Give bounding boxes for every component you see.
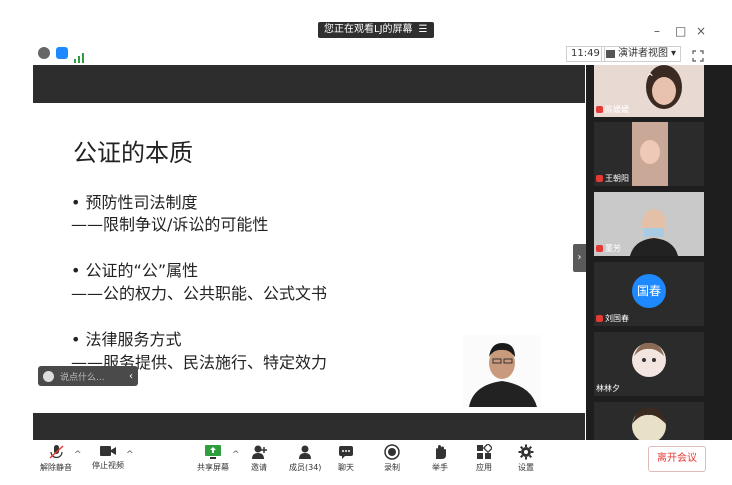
chevron-up-icon[interactable]: ^ — [126, 450, 134, 460]
banner-text: 您正在观看LJ的屏幕 — [324, 24, 413, 35]
title-bar: 您正在观看LJ的屏幕 ☰ – □ × — [0, 0, 732, 42]
participant-tile[interactable] — [594, 402, 704, 440]
participant-name: 刘国春 — [605, 314, 629, 323]
raise-hand-label: 举手 — [432, 463, 448, 472]
slide-detail: ——公的权力、公共职能、公式文书 — [71, 284, 328, 303]
slide-bullet: • 预防性司法制度 — [71, 193, 198, 212]
comment-input[interactable]: 说点什么... ‹ — [38, 366, 138, 386]
emoji-icon[interactable] — [43, 370, 54, 382]
participant-name: 王朝阳 — [605, 174, 629, 183]
minimize-button[interactable]: – — [654, 24, 660, 38]
chat-button[interactable]: 聊天 — [338, 444, 354, 473]
participant-tile[interactable]: 王朝阳 — [594, 122, 704, 186]
video-camera-icon — [100, 446, 116, 456]
participant-name: 董芳 — [605, 244, 621, 253]
chevron-up-icon[interactable]: ^ — [232, 450, 240, 460]
shield-icon[interactable] — [56, 47, 68, 59]
slide-bullet: • 公证的“公”属性 — [71, 261, 199, 280]
menu-icon[interactable]: ☰ — [419, 22, 428, 38]
close-button[interactable]: × — [696, 24, 706, 38]
chat-label: 聊天 — [338, 463, 354, 472]
slide-title: 公证的本质 — [73, 139, 193, 167]
raise-hand-button[interactable]: 举手 — [432, 444, 448, 473]
meeting-window: 您正在观看LJ的屏幕 ☰ – □ × 11:49 演讲者视图 ▾ 公证的本质 •… — [0, 0, 732, 485]
time-display: 11:49 — [566, 46, 605, 62]
scroll-up-button[interactable]: ⌃ — [638, 71, 662, 85]
record-icon — [384, 444, 400, 460]
view-mode-button[interactable]: 演讲者视图 ▾ — [601, 46, 682, 62]
comment-placeholder: 说点什么... — [60, 372, 105, 383]
unmute-label: 解除静音 — [40, 463, 72, 472]
participant-name: 林林夕 — [596, 384, 620, 393]
hand-icon — [436, 445, 446, 459]
members-button[interactable]: 成员(34) — [289, 444, 321, 473]
participant-panel: ⌃ 陈嫒嫒 王朝阳 董芳 国春 刘国春 林林夕 — [586, 65, 732, 440]
slide-bullet: • 法律服务方式 — [71, 330, 182, 349]
participant-name: 陈嫒嫒 — [605, 105, 629, 114]
participant-tile[interactable]: 国春 刘国春 — [594, 262, 704, 326]
unmute-button[interactable]: 解除静音 — [40, 444, 72, 473]
view-mode-label: 演讲者视图 — [618, 48, 668, 59]
slide-detail: ——限制争议/诉讼的可能性 — [71, 215, 269, 234]
presenter-video — [463, 335, 541, 407]
grid-icon — [606, 50, 615, 58]
slide-bottom-bar — [33, 413, 585, 440]
meeting-toolbar: 解除静音 ^ 停止视频 ^ 共享屏幕 ^ 邀请 成员(34) 聊天 录制 举手 … — [0, 440, 732, 485]
stop-video-label: 停止视频 — [92, 461, 124, 470]
apps-button[interactable]: 应用 — [476, 444, 492, 473]
mic-muted-icon — [596, 175, 603, 182]
maximize-button[interactable]: □ — [675, 24, 686, 38]
share-screen-button[interactable]: 共享屏幕 — [197, 444, 229, 473]
participant-tile[interactable]: 林林夕 — [594, 332, 704, 396]
add-user-icon — [252, 445, 267, 459]
stop-video-button[interactable]: 停止视频 — [92, 444, 124, 471]
apps-icon — [477, 444, 492, 459]
participant-tile[interactable]: 董芳 — [594, 192, 704, 256]
info-icon[interactable] — [38, 47, 50, 59]
participant-tile[interactable]: ⌃ 陈嫒嫒 — [594, 65, 704, 117]
leave-meeting-button[interactable]: 离开会议 — [648, 446, 706, 472]
screen-share-banner[interactable]: 您正在观看LJ的屏幕 ☰ — [318, 22, 434, 38]
users-icon — [299, 445, 312, 459]
settings-button[interactable]: 设置 — [518, 444, 534, 473]
collapse-comment-button[interactable]: ‹ — [129, 371, 133, 382]
slide-top-bar — [33, 65, 585, 103]
shared-slide: 公证的本质 • 预防性司法制度 ——限制争议/诉讼的可能性 • 公证的“公”属性… — [33, 65, 585, 440]
collapse-panel-button[interactable]: › — [573, 244, 586, 272]
share-screen-label: 共享屏幕 — [197, 463, 229, 472]
mic-muted-icon — [49, 445, 64, 459]
share-screen-icon — [205, 445, 221, 459]
record-label: 录制 — [384, 463, 400, 472]
chevron-up-icon[interactable]: ^ — [74, 450, 82, 460]
fullscreen-icon[interactable] — [692, 47, 704, 62]
members-label: 成员(34) — [289, 463, 322, 472]
invite-label: 邀请 — [251, 463, 267, 472]
chat-icon — [339, 446, 353, 459]
chevron-down-icon: ▾ — [671, 48, 677, 59]
mic-muted-icon — [596, 245, 603, 252]
avatar: 国春 — [632, 274, 666, 308]
record-button[interactable]: 录制 — [384, 444, 400, 473]
invite-button[interactable]: 邀请 — [251, 444, 267, 473]
mic-muted-icon — [596, 315, 603, 322]
gear-icon — [518, 444, 534, 460]
settings-label: 设置 — [518, 463, 534, 472]
apps-label: 应用 — [476, 463, 492, 472]
mic-muted-icon — [596, 106, 603, 113]
